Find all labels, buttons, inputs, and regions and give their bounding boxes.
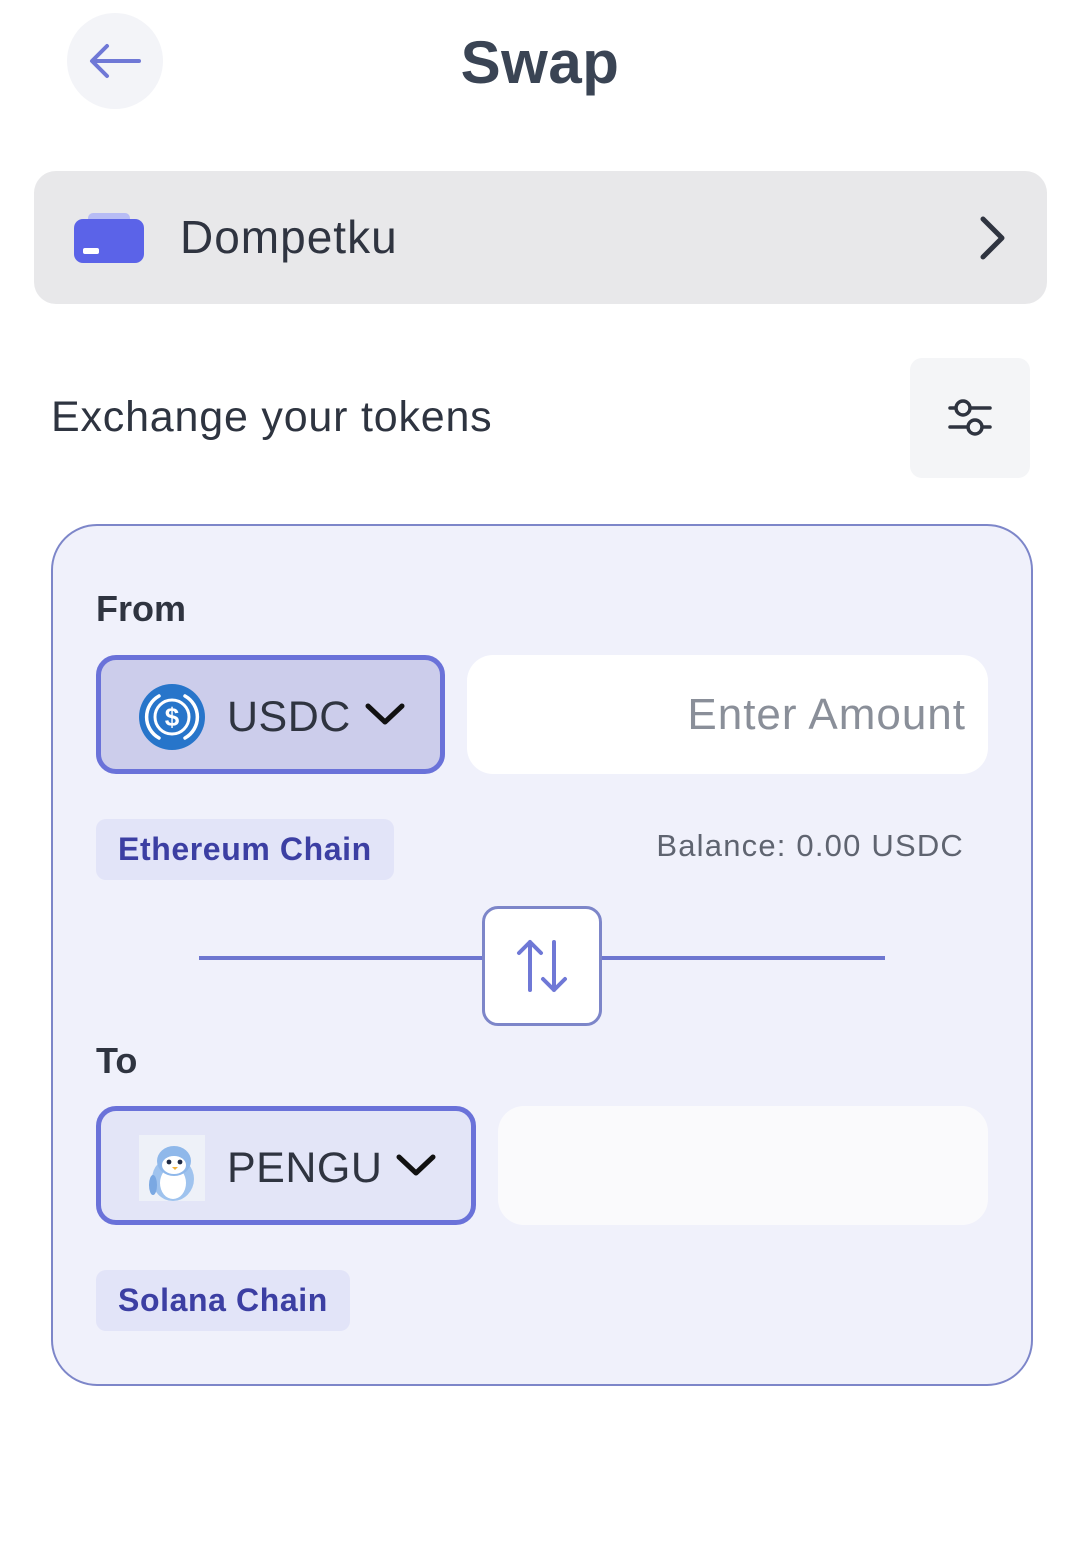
swap-arrows-icon [517,940,567,992]
swap-screen: Swap Dompetku Exchange your tokens From … [0,0,1080,1543]
from-balance: Balance: 0.00 USDC [656,828,964,863]
exchange-title: Exchange your tokens [51,393,493,441]
usdc-logo-icon: $ [139,684,205,750]
chevron-right-icon [980,216,1005,260]
from-token-selector[interactable]: $ USDC [96,655,445,774]
switch-direction-button[interactable] [482,906,602,1026]
chevron-down-icon [365,703,405,725]
settings-button[interactable] [910,358,1030,478]
pengu-logo-icon [139,1135,205,1201]
sliders-icon [948,399,992,436]
wallet-icon [74,213,144,263]
to-label: To [96,1040,138,1081]
to-token-name: PENGU [227,1144,383,1192]
from-token-name: USDC [227,693,351,741]
to-token-selector[interactable]: PENGU [96,1106,476,1225]
svg-text:$: $ [165,702,180,732]
to-chain-badge: Solana Chain [96,1270,350,1331]
divider-line [199,956,483,960]
page-title: Swap [460,29,620,96]
from-label: From [96,588,186,629]
from-amount-input[interactable] [467,655,988,774]
chevron-down-icon [396,1154,436,1176]
to-amount-output [498,1106,988,1225]
divider-line [602,956,885,960]
from-chain-badge: Ethereum Chain [96,819,394,880]
wallet-name: Dompetku [180,211,398,263]
